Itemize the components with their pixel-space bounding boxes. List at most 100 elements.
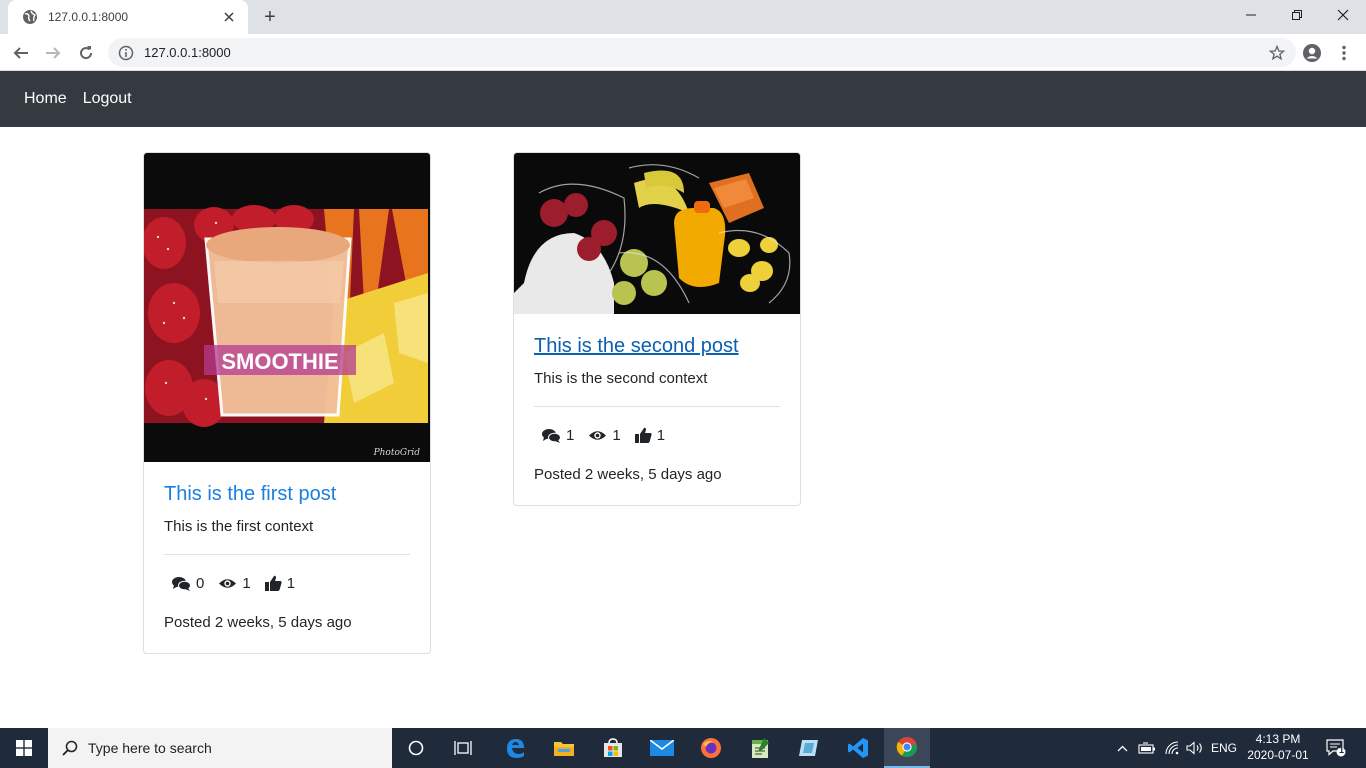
browser-toolbar: 127.0.0.1:8000 xyxy=(0,34,1366,71)
post-date: Posted 2 weeks, 5 days ago xyxy=(534,466,722,483)
thumbs-up-icon xyxy=(634,427,652,443)
close-icon xyxy=(1337,9,1349,21)
post-title-link[interactable]: This is the first post xyxy=(164,482,336,506)
forward-button[interactable] xyxy=(39,39,67,67)
start-button[interactable] xyxy=(0,728,48,768)
post-card: SMOOTHIE PhotoGrid This is the first pos… xyxy=(143,152,431,654)
views-count: 1 xyxy=(612,426,621,444)
post-context: This is the first context xyxy=(164,518,314,535)
taskbar-vscode[interactable] xyxy=(835,728,881,768)
tab-title: 127.0.0.1:8000 xyxy=(48,10,129,24)
notification-count: 1 xyxy=(1339,745,1345,755)
reload-button[interactable] xyxy=(72,39,100,67)
windows-start-icon xyxy=(16,740,32,756)
search-icon xyxy=(62,740,78,756)
taskbar-file-explorer[interactable] xyxy=(541,728,587,768)
task-view-button[interactable] xyxy=(440,728,486,768)
window-close-button[interactable] xyxy=(1320,0,1366,30)
post-stats: 1 1 1 xyxy=(534,425,780,445)
menu-icon xyxy=(1342,45,1346,61)
cortana-button[interactable] xyxy=(393,728,439,768)
globe-icon xyxy=(22,9,38,25)
network-button[interactable] xyxy=(1161,728,1183,768)
taskbar-clock[interactable]: 4:13 PM 2020-07-01 xyxy=(1240,731,1316,763)
account-icon xyxy=(1303,44,1321,62)
forward-icon xyxy=(46,47,61,59)
star-icon[interactable] xyxy=(1266,42,1288,64)
restore-button[interactable] xyxy=(1274,0,1320,30)
eye-icon xyxy=(219,578,237,588)
mail-icon xyxy=(650,740,674,756)
vscode-icon xyxy=(848,738,868,758)
url-text[interactable]: 127.0.0.1:8000 xyxy=(144,45,1266,60)
reload-icon xyxy=(80,46,93,60)
taskbar-chrome[interactable] xyxy=(884,728,930,768)
battery-button[interactable] xyxy=(1136,728,1158,768)
comments-count: 0 xyxy=(196,574,205,592)
taskbar-store[interactable] xyxy=(590,728,636,768)
show-hidden-icons-button[interactable] xyxy=(1112,728,1132,768)
restore-icon xyxy=(1292,10,1302,20)
back-button[interactable] xyxy=(7,39,35,67)
site-navbar: Home Logout xyxy=(0,71,1366,127)
eye-icon xyxy=(589,430,607,440)
action-center-button[interactable]: 1 xyxy=(1316,728,1356,768)
taskbar-search-input[interactable]: Type here to search xyxy=(48,728,392,768)
cortana-icon xyxy=(408,740,424,756)
browser-menu-button[interactable] xyxy=(1330,39,1358,67)
minimize-icon xyxy=(1246,14,1256,16)
taskbar-notepad[interactable] xyxy=(737,728,783,768)
post-image: SMOOTHIE PhotoGrid xyxy=(144,153,430,462)
comments-icon xyxy=(542,428,561,443)
notepad-icon xyxy=(752,738,769,758)
close-icon[interactable] xyxy=(220,8,238,26)
comments-icon xyxy=(172,576,191,591)
likes-stat: 1 xyxy=(634,426,666,444)
battery-icon xyxy=(1138,742,1155,754)
taskbar-app[interactable] xyxy=(786,728,832,768)
image-watermark: PhotoGrid xyxy=(373,448,421,458)
post-title-link[interactable]: This is the second post xyxy=(534,334,739,358)
language-indicator[interactable]: ENG xyxy=(1208,728,1240,768)
wifi-icon xyxy=(1165,741,1179,755)
comments-stat: 0 xyxy=(172,575,204,592)
clock-time: 4:13 PM xyxy=(1255,732,1301,746)
app-icon xyxy=(799,740,818,756)
file-explorer-icon xyxy=(554,742,574,756)
card-divider xyxy=(534,406,780,407)
likes-stat: 1 xyxy=(264,575,295,592)
comments-stat: 1 xyxy=(542,427,574,444)
post-image xyxy=(514,153,800,314)
browser-tab[interactable]: 127.0.0.1:8000 xyxy=(8,0,248,34)
views-count: 1 xyxy=(242,574,251,592)
minimize-button[interactable] xyxy=(1228,0,1274,30)
volume-icon xyxy=(1186,741,1202,755)
comments-count: 1 xyxy=(566,426,575,444)
account-button[interactable] xyxy=(1298,39,1326,67)
taskbar: Type here to search ENG 4:13 PM 2020-07-… xyxy=(0,728,1366,768)
address-bar[interactable]: 127.0.0.1:8000 xyxy=(108,38,1296,67)
taskbar-mail[interactable] xyxy=(639,728,685,768)
views-stat: 1 xyxy=(218,574,251,592)
thumbs-up-icon xyxy=(264,575,282,591)
back-icon xyxy=(13,47,28,59)
volume-button[interactable] xyxy=(1184,728,1206,768)
task-view-icon xyxy=(454,741,472,755)
taskbar-firefox[interactable] xyxy=(688,728,734,768)
post-date: Posted 2 weeks, 5 days ago xyxy=(164,614,352,631)
info-icon[interactable] xyxy=(118,45,134,61)
chrome-icon xyxy=(896,737,917,758)
store-icon xyxy=(604,738,622,757)
post-context: This is the second context xyxy=(534,370,708,387)
post-card: This is the second post This is the seco… xyxy=(513,152,801,506)
views-stat: 1 xyxy=(588,426,621,444)
nav-home-link[interactable]: Home xyxy=(24,90,67,108)
post-stats: 0 1 1 xyxy=(164,573,410,593)
likes-count: 1 xyxy=(656,426,666,444)
taskbar-edge[interactable] xyxy=(492,728,538,768)
clock-date: 2020-07-01 xyxy=(1247,748,1309,762)
new-tab-button[interactable]: + xyxy=(258,6,282,28)
nav-logout-link[interactable]: Logout xyxy=(83,90,132,108)
firefox-icon xyxy=(701,738,721,758)
edge-icon xyxy=(507,739,524,758)
